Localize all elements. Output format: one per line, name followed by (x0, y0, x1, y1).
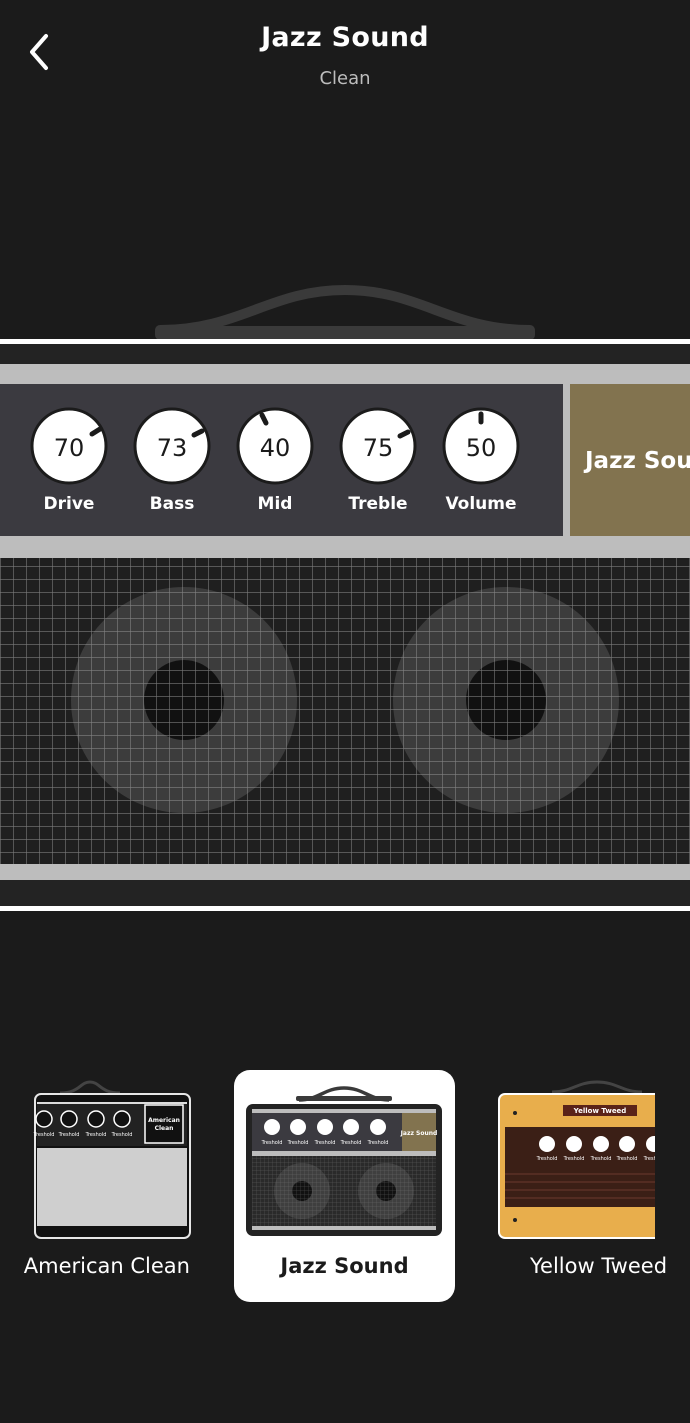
knob-volume[interactable]: 50 Volume (442, 407, 520, 514)
svg-text:Treshold: Treshold (563, 1156, 585, 1162)
knob-label: Drive (44, 494, 95, 514)
header: Jazz Sound Clean (0, 0, 690, 110)
svg-text:Treshold: Treshold (616, 1156, 638, 1162)
svg-text:Treshold: Treshold (261, 1140, 283, 1146)
amp-nameplate: Jazz Sound (570, 384, 690, 536)
svg-text:Treshold: Treshold (643, 1156, 655, 1162)
svg-text:Clean: Clean (155, 1125, 174, 1132)
carousel-item-label[interactable]: American Clean (0, 1254, 190, 1278)
amp-carousel: Treshold Treshold Treshold Treshold Amer… (0, 1060, 690, 1320)
svg-text:Treshold: Treshold (340, 1140, 362, 1146)
amp-thumbnail: Yellow Tweed Treshold Treshold Treshold … (498, 1080, 655, 1239)
svg-text:Treshold: Treshold (314, 1140, 336, 1146)
page-subtitle: Clean (319, 68, 371, 89)
knob-value: 70 (54, 434, 85, 462)
carousel-item-american-clean[interactable]: Treshold Treshold Treshold Treshold Amer… (0, 1078, 200, 1248)
svg-text:Jazz Sound: Jazz Sound (400, 1130, 438, 1137)
knob-label: Mid (258, 494, 293, 514)
svg-text:Treshold: Treshold (590, 1156, 612, 1162)
svg-text:Treshold: Treshold (85, 1132, 107, 1138)
carousel-item-label[interactable]: Jazz Sound (234, 1254, 455, 1278)
page-title: Jazz Sound (261, 22, 429, 53)
svg-text:Treshold: Treshold (367, 1140, 389, 1146)
carousel-item-yellow-tweed[interactable]: Yellow Tweed Treshold Treshold Treshold … (497, 1078, 655, 1243)
svg-text:Treshold: Treshold (58, 1132, 80, 1138)
knob-value: 73 (157, 434, 188, 462)
amp-thumbnail: Treshold Treshold Treshold Treshold Amer… (33, 1080, 191, 1239)
amp-thumbnail: Jazz Sound Treshold Treshold Treshold Tr… (246, 1086, 442, 1236)
carousel-item-label[interactable]: Yellow Tweed (530, 1254, 690, 1278)
knob-label: Treble (348, 494, 407, 514)
knob-value: 50 (466, 434, 497, 462)
svg-text:Treshold: Treshold (287, 1140, 309, 1146)
knob-label: Bass (150, 494, 195, 514)
svg-text:Treshold: Treshold (33, 1132, 55, 1138)
svg-text:Treshold: Treshold (536, 1156, 558, 1162)
amp-handle (155, 284, 535, 340)
svg-text:American: American (148, 1117, 180, 1124)
svg-text:Yellow Tweed: Yellow Tweed (573, 1107, 627, 1115)
knob-value: 75 (363, 434, 394, 462)
knob-label: Volume (445, 494, 516, 514)
speaker-grille (0, 558, 690, 864)
knob-value: 40 (260, 434, 291, 462)
svg-text:Treshold: Treshold (111, 1132, 133, 1138)
amplifier-view: Jazz Sound 70 Drive 73 Bass 40 Mid 75 Tr… (0, 284, 690, 911)
knob-treble[interactable]: 75 Treble (339, 407, 417, 514)
amp-brand-label: Jazz Sound (583, 448, 690, 474)
